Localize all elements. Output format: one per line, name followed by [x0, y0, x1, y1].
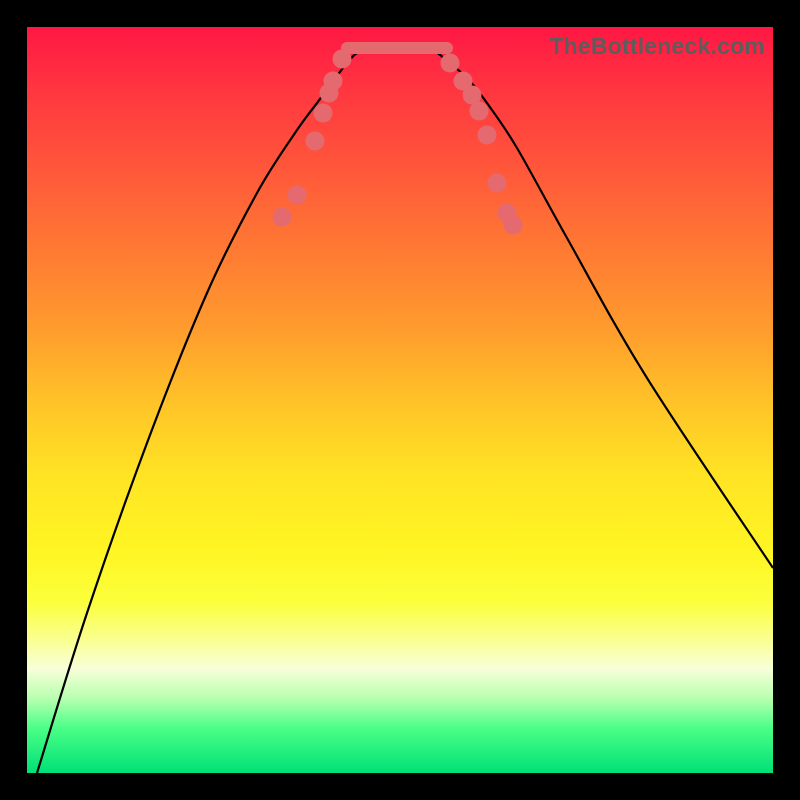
- data-dot: [470, 102, 489, 121]
- chart-frame: TheBottleneck.com: [0, 0, 800, 800]
- left-dot-cluster: [273, 50, 352, 227]
- data-dot: [288, 186, 307, 205]
- data-dot: [488, 174, 507, 193]
- data-dot: [333, 50, 352, 69]
- data-dot: [314, 104, 333, 123]
- data-dot: [306, 132, 325, 151]
- data-dot: [478, 126, 497, 145]
- data-dot: [441, 54, 460, 73]
- data-dot: [504, 216, 523, 235]
- plot-area: TheBottleneck.com: [27, 27, 773, 773]
- data-dot: [273, 208, 292, 227]
- data-dot: [324, 72, 343, 91]
- bottleneck-curve: [37, 48, 773, 773]
- right-dot-cluster: [441, 54, 523, 235]
- curve-svg: [27, 27, 773, 773]
